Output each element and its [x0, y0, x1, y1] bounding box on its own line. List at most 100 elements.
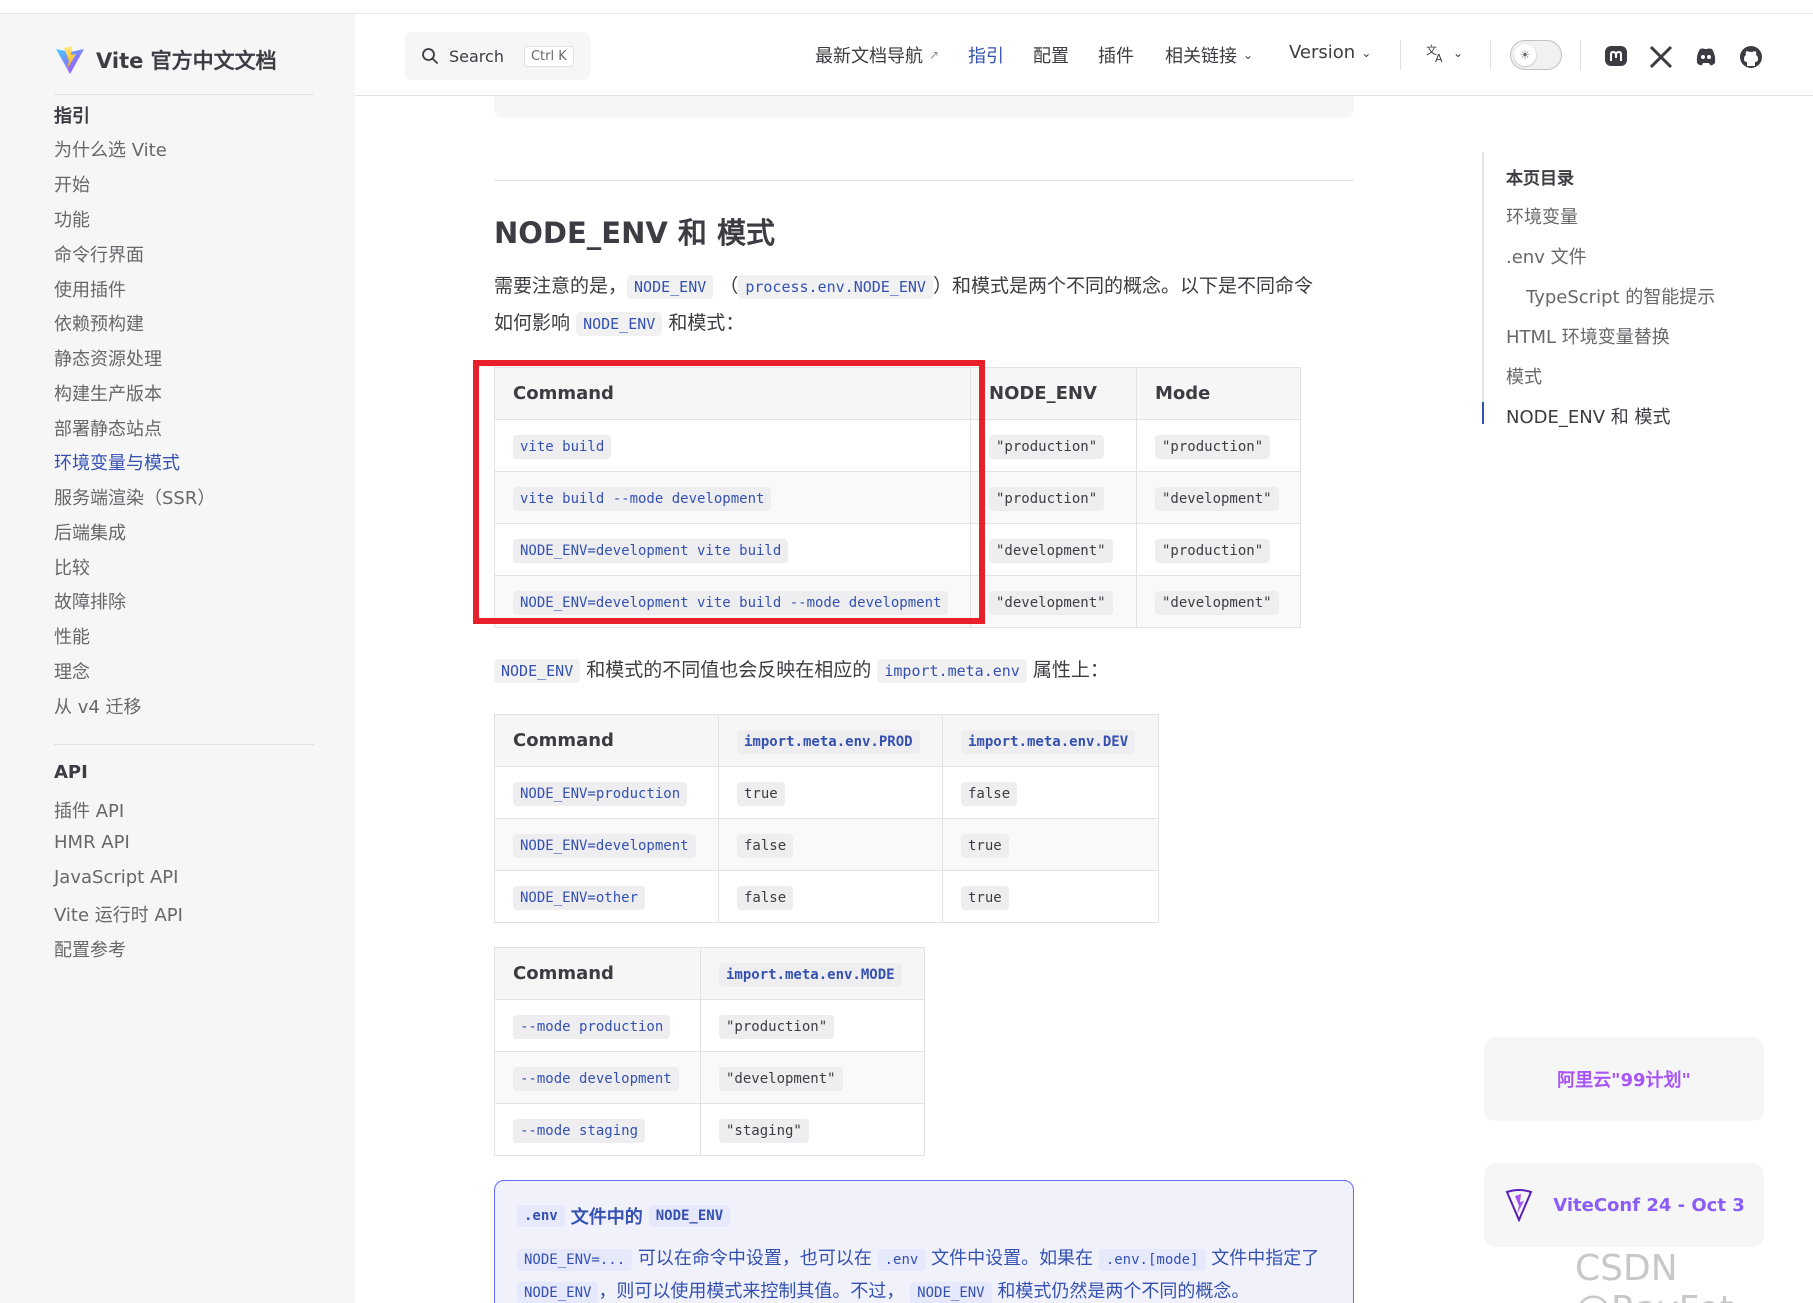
toc-item-html-env-replacement[interactable]: HTML 环境变量替换 [1506, 323, 1670, 349]
vite-logo-icon [56, 46, 84, 74]
translate-icon: 文 A [1426, 43, 1443, 64]
search-button[interactable]: Search Ctrl K [405, 32, 591, 80]
sidebar-item-static-deploy[interactable]: 部署静态站点 [54, 415, 162, 441]
brand-link[interactable]: Vite 官方中文文档 [54, 40, 277, 80]
tip-text: 文件中设置。如果在 [931, 1248, 1094, 1269]
sidebar: Vite 官方中文文档 指引 为什么选 Vite 开始 功能 命令行界面 使用插… [0, 14, 355, 1303]
sidebar-item-cli[interactable]: 命令行界面 [54, 241, 144, 267]
inline-code: NODE_ENV [494, 659, 581, 683]
sidebar-group-title-guide: 指引 [54, 106, 90, 127]
inline-code: NODE_ENV [627, 275, 714, 299]
dark-mode-toggle[interactable]: ☀ [1510, 40, 1562, 70]
github-icon[interactable] [1738, 44, 1764, 70]
sidebar-item-migration[interactable]: 从 v4 迁移 [54, 693, 142, 719]
sidebar-item-env-and-mode[interactable]: 环境变量与模式 [54, 449, 180, 475]
cell-code: "development" [719, 1067, 843, 1091]
toc-item-node-env-and-modes[interactable]: NODE_ENV 和 模式 [1506, 403, 1670, 429]
nav-separator [1580, 40, 1581, 70]
toc-item-env-files[interactable]: .env 文件 [1506, 243, 1587, 269]
sidebar-item-config-reference[interactable]: 配置参考 [54, 936, 126, 962]
sidebar-item-dep-prebundling[interactable]: 依赖预构建 [54, 310, 144, 336]
table-cell: "production" [700, 999, 925, 1052]
cell-code: NODE_ENV=production [513, 782, 688, 806]
nav-config[interactable]: 配置 [1033, 42, 1069, 68]
sidebar-divider [54, 94, 314, 95]
sidebar-item-philosophy[interactable]: 理念 [54, 658, 90, 684]
search-label: Search [449, 46, 504, 66]
sidebar-divider [54, 744, 314, 745]
sidebar-item-hmr-api[interactable]: HMR API [54, 832, 130, 853]
toc-item-env-vars[interactable]: 环境变量 [1506, 203, 1578, 229]
nav-separator [1400, 40, 1401, 70]
inline-code: .env [877, 1249, 926, 1271]
inline-code: .env.[mode] [1098, 1249, 1206, 1271]
nav-links-dropdown[interactable]: 相关链接 ⌄ [1165, 42, 1253, 68]
inline-code: import.meta.env [877, 659, 1027, 683]
sidebar-item-why-vite[interactable]: 为什么选 Vite [54, 136, 167, 162]
table-row: NODE_ENV=production true false [494, 766, 1159, 819]
sun-icon: ☀ [1514, 44, 1536, 66]
import-meta-env-table: Command import.meta.env.PROD import.meta… [494, 714, 1159, 923]
sidebar-item-comparisons[interactable]: 比较 [54, 554, 90, 580]
inline-code: process.env.NODE_ENV [738, 275, 933, 299]
toc-item-typescript-intellisense[interactable]: TypeScript 的智能提示 [1526, 283, 1715, 309]
inline-code: NODE_ENV=... [517, 1249, 633, 1271]
sidebar-item-ssr[interactable]: 服务端渲染（SSR） [54, 484, 215, 510]
sidebar-item-js-api[interactable]: JavaScript API [54, 867, 178, 888]
table-cell: true [942, 870, 1159, 923]
mastodon-icon[interactable] [1603, 44, 1629, 70]
nav-latest-docs[interactable]: 最新文档导航 ↗ [815, 42, 939, 68]
tip-body: NODE_ENV=... 可以在命令中设置，也可以在 .env 文件中设置。如果… [517, 1243, 1337, 1303]
language-switcher[interactable]: 文 A ⌄ [1425, 42, 1463, 64]
nav-guide[interactable]: 指引 [968, 42, 1004, 68]
aliyun-promo-label: 阿里云"99计划" [1557, 1070, 1691, 1091]
top-nav: Search Ctrl K 最新文档导航 ↗ 指引 配置 插件 相关链接 ⌄ V… [355, 14, 1813, 96]
section-heading: NODE_ENV 和 模式 [494, 216, 776, 250]
cell-code: "production" [1155, 539, 1271, 563]
section-divider [494, 180, 1354, 181]
table-header-row: Command import.meta.env.MODE [494, 947, 925, 1000]
aliyun-promo-card[interactable]: 阿里云"99计划" [1484, 1037, 1764, 1121]
middle-text: 属性上： [1032, 659, 1109, 681]
sidebar-item-features[interactable]: 功能 [54, 206, 90, 232]
viteconf-promo-card[interactable]: ViteConf 24 - Oct 3 [1484, 1163, 1764, 1247]
chevron-down-icon: ⌄ [1453, 46, 1464, 60]
sidebar-item-backend[interactable]: 后端集成 [54, 519, 126, 545]
cell-code: true [961, 834, 1009, 858]
toc-item-modes[interactable]: 模式 [1506, 363, 1542, 389]
sidebar-item-troubleshooting[interactable]: 故障排除 [54, 588, 126, 614]
discord-icon[interactable] [1693, 44, 1719, 70]
x-twitter-icon[interactable] [1648, 44, 1674, 70]
sidebar-item-build[interactable]: 构建生产版本 [54, 380, 162, 406]
toc-active-marker [1482, 402, 1484, 424]
nav-plugins[interactable]: 插件 [1098, 42, 1134, 68]
intro-text: 和模式： [668, 312, 745, 334]
search-shortcut: Ctrl K [523, 45, 574, 67]
cell-code: NODE_ENV=other [513, 886, 646, 910]
sidebar-item-runtime-api[interactable]: Vite 运行时 API [54, 901, 183, 927]
toc-title: 本页目录 [1506, 169, 1574, 189]
table-cell: "development" [970, 575, 1137, 628]
sidebar-item-using-plugins[interactable]: 使用插件 [54, 276, 126, 302]
sidebar-item-performance[interactable]: 性能 [54, 623, 90, 649]
middle-text: 和模式的不同值也会反映在相应的 [586, 659, 872, 681]
table-cell: "development" [1136, 471, 1301, 524]
cell-code: "production" [719, 1015, 835, 1039]
table-header: NODE_ENV [970, 367, 1137, 420]
table-cell: true [942, 818, 1159, 871]
sidebar-item-plugin-api[interactable]: 插件 API [54, 797, 124, 823]
table-cell: false [718, 818, 943, 871]
table-header: import.meta.env.DEV [942, 714, 1159, 767]
tip-text: ，则可以使用模式来控制其值。不过， [598, 1281, 905, 1302]
viteconf-logo-icon [1505, 1189, 1533, 1222]
cell-code: "staging" [719, 1119, 809, 1143]
sidebar-group-title-api: API [54, 762, 88, 783]
nav-version-label: Version [1289, 42, 1356, 63]
tip-title: .env 文件中的 NODE_ENV [517, 1203, 731, 1229]
tip-callout: .env 文件中的 NODE_ENV NODE_ENV=... 可以在命令中设置… [494, 1180, 1354, 1303]
nav-version-dropdown[interactable]: Version ⌄ [1289, 42, 1371, 63]
cell-code: --mode production [513, 1015, 671, 1039]
sidebar-item-getting-started[interactable]: 开始 [54, 171, 90, 197]
sidebar-item-assets[interactable]: 静态资源处理 [54, 345, 162, 371]
nav-links-label: 相关链接 [1165, 46, 1237, 67]
